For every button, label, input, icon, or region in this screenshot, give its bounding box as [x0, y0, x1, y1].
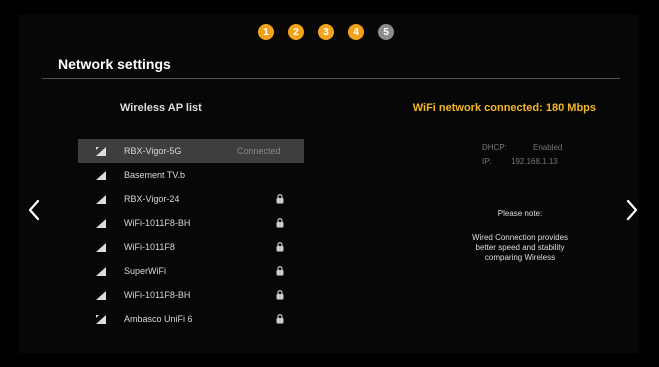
ap-name: WiFi-1011F8-BH [124, 218, 191, 228]
ap-name: RBX-Vigor-24 [124, 194, 180, 204]
note-line: comparing Wireless [484, 253, 556, 262]
wifi-signal-icon [96, 266, 106, 276]
ap-row[interactable]: SuperWiFi [78, 259, 304, 283]
ip-label: IP: [482, 157, 492, 166]
wifi-signal-icon [96, 194, 106, 204]
note-body: Wired Connection provides better speed a… [440, 233, 600, 263]
step-3: 3 [318, 24, 334, 40]
ap-name: WiFi-1011F8 [124, 242, 175, 252]
wifi-signal-icon [96, 218, 106, 228]
dhcp-label: DHCP: [482, 143, 507, 152]
ap-row[interactable]: WiFi-1011F8-BH [78, 211, 304, 235]
lock-icon [276, 218, 284, 228]
ap-row[interactable]: RBX-Vigor-5G Connected [78, 139, 304, 163]
ap-status: Connected [237, 146, 281, 156]
step-indicator: 1 2 3 4 5 [258, 24, 394, 40]
ap-row[interactable]: WiFi-1011F8-BH [78, 283, 304, 307]
note-title: Please note: [497, 209, 543, 218]
step-5: 5 [378, 24, 394, 40]
wireless-list-header: Wireless AP list [120, 102, 202, 114]
note-line: better speed and stability [475, 243, 565, 252]
lock-icon [276, 194, 284, 204]
step-1: 1 [258, 24, 274, 40]
ap-name: WiFi-1011F8-BH [124, 290, 191, 300]
ap-name: Basement TV.b [124, 170, 186, 180]
wifi-signal-icon [96, 242, 106, 252]
ip-value: 192.168.1.13 [511, 157, 558, 166]
wifi-connected-icon [96, 146, 106, 156]
connection-status-header: WiFi network connected: 180 Mbps [412, 102, 596, 114]
ap-name: RBX-Vigor-5G [124, 146, 182, 156]
wifi-connected-icon [96, 314, 106, 324]
ap-row[interactable]: Ambasco UniFi 6 [78, 307, 304, 331]
previous-arrow-icon[interactable] [27, 198, 41, 222]
note-line: Wired Connection provides [471, 233, 569, 242]
ap-name: SuperWiFi [124, 266, 167, 276]
lock-icon [276, 290, 284, 300]
lock-icon [276, 242, 284, 252]
page-title: Network settings [58, 56, 171, 72]
dhcp-value: Enabled [533, 143, 563, 152]
wifi-signal-icon [96, 290, 106, 300]
lock-icon [276, 314, 284, 324]
ap-row[interactable]: RBX-Vigor-24 [78, 187, 304, 211]
title-divider [42, 78, 620, 79]
ap-name: Ambasco UniFi 6 [124, 314, 193, 324]
lock-icon [276, 266, 284, 276]
wireless-ap-list: RBX-Vigor-5G Connected Basement TV.b RBX… [78, 139, 304, 331]
ap-row[interactable]: Basement TV.b [78, 163, 304, 187]
step-4: 4 [348, 24, 364, 40]
next-arrow-icon[interactable] [625, 198, 639, 222]
wifi-signal-icon [96, 170, 106, 180]
ap-row[interactable]: WiFi-1011F8 [78, 235, 304, 259]
step-2: 2 [288, 24, 304, 40]
